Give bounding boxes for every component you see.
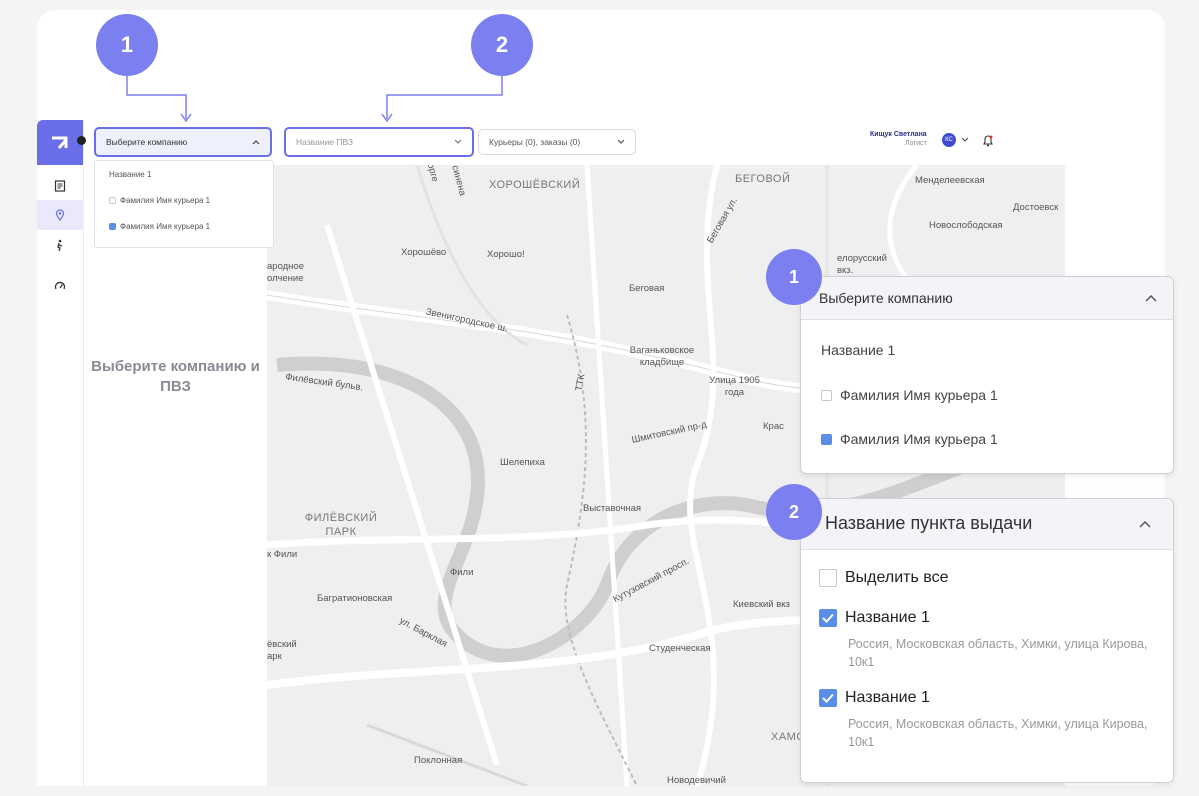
annotation-badge-2: 2 (766, 484, 822, 540)
company-option-label: Название 1 (821, 342, 896, 358)
select-all-label: Выделить все (845, 569, 949, 586)
courier-checkbox[interactable] (821, 389, 832, 401)
pvz-checkbox-checked[interactable] (819, 609, 837, 627)
pvz-option[interactable]: Название 1 (819, 609, 930, 627)
select-all-option[interactable]: Выделить все (819, 569, 948, 587)
annotation-badge-2: 2 (471, 14, 533, 76)
pvz-checkbox-checked[interactable] (819, 689, 837, 707)
courier-option-label: Фамилия Имя курьера 1 (840, 431, 998, 447)
pvz-option[interactable]: Название 1 (819, 689, 930, 707)
pvz-option-name: Название 1 (845, 689, 930, 706)
courier-option[interactable]: Фамилия Имя курьера 1 (821, 387, 998, 403)
pvz-option-address: Россия, Московская область, Химки, улица… (848, 637, 1148, 669)
pvz-dropdown-header[interactable]: Название пункта выдачи (801, 499, 1173, 550)
pvz-dropdown-title: Название пункта выдачи (825, 513, 1033, 533)
chevron-up-icon (1145, 294, 1157, 302)
select-all-checkbox[interactable] (819, 569, 837, 587)
check-icon (822, 613, 834, 623)
annotation-badge-1: 1 (96, 14, 158, 76)
company-dropdown-header[interactable]: Выберите компанию (801, 277, 1173, 320)
pvz-option-address: Россия, Московская область, Химки, улица… (848, 717, 1148, 749)
courier-checkbox-checked[interactable] (821, 433, 832, 445)
company-dropdown-title: Выберите компанию (819, 290, 953, 306)
annotation-badge-1: 1 (766, 249, 822, 305)
courier-option-label: Фамилия Имя курьера 1 (840, 387, 998, 403)
company-option[interactable]: Название 1 (821, 342, 895, 358)
courier-option[interactable]: Фамилия Имя курьера 1 (821, 431, 998, 447)
company-dropdown-zoom: Выберите компанию Название 1 Фамилия Имя… (800, 276, 1174, 474)
pvz-option-name: Название 1 (845, 609, 930, 626)
chevron-up-icon (1139, 520, 1151, 528)
pvz-dropdown-zoom: Название пункта выдачи Выделить все Назв… (800, 498, 1174, 783)
check-icon (822, 693, 834, 703)
